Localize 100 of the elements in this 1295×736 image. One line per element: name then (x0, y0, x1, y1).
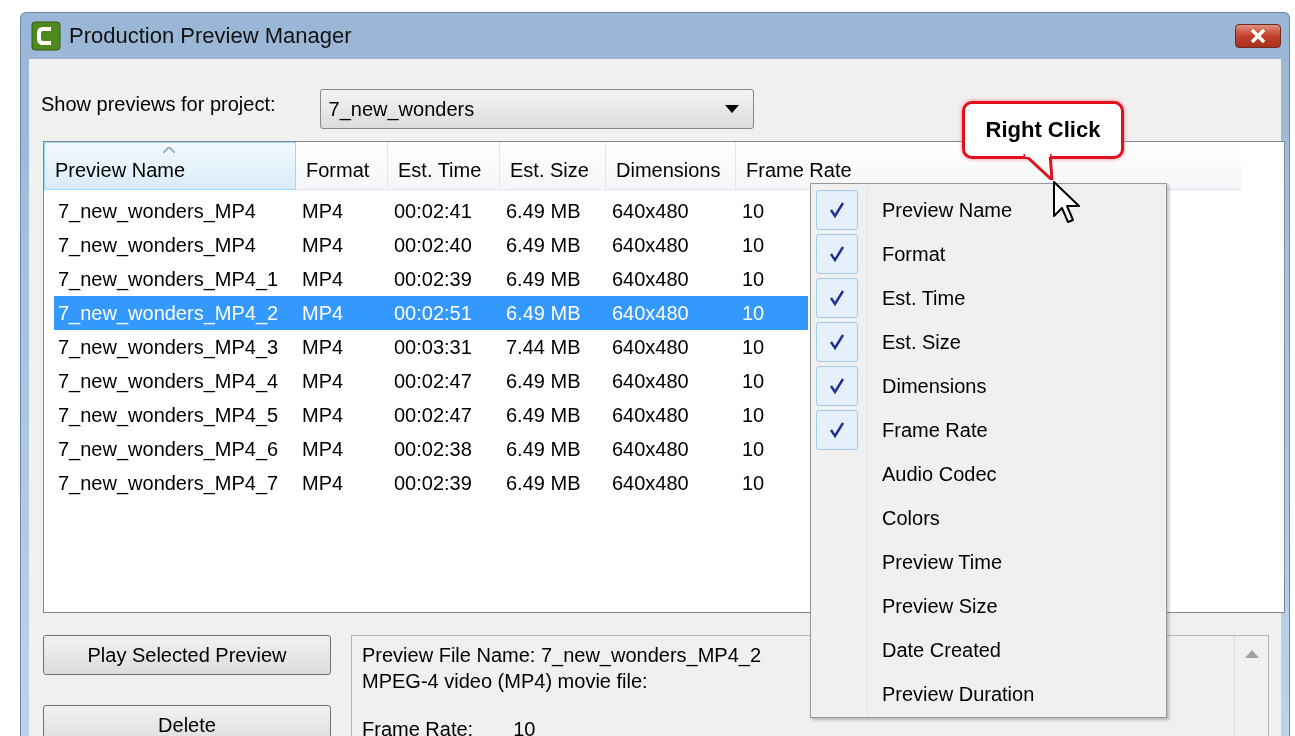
menu-item[interactable]: Date Created (813, 628, 1164, 672)
column-header[interactable]: Format (296, 142, 388, 190)
check-icon (828, 289, 846, 307)
table-cell-text: 640x480 (611, 301, 690, 325)
table-cell-text: 10 (741, 369, 766, 393)
table-cell-text: MP4 (301, 301, 345, 325)
table-cell-text: 640x480 (611, 403, 690, 427)
table-cell-text: 00:02:40 (393, 233, 473, 257)
callout-pointer (1022, 154, 1056, 180)
menu-item[interactable]: Format (813, 232, 1164, 276)
table-cell-text: MP4 (301, 199, 345, 223)
table-cell-text: 640x480 (611, 471, 690, 495)
table-cell-text: 10 (741, 267, 766, 291)
table-row[interactable]: 7_new_wonders_MP4 MP4 00:02:40 6.49 MB 640x480 10 (54, 228, 808, 262)
table-cell-text: MP4 (301, 267, 345, 291)
table-cell-text: MP4 (301, 471, 345, 495)
action-button[interactable]: Delete (43, 705, 331, 736)
table-cell-text: 00:02:39 (393, 471, 473, 495)
menu-item[interactable]: Est. Size (813, 320, 1164, 364)
menu-item[interactable]: Dimensions (813, 364, 1164, 408)
table-cell-text: 10 (741, 437, 766, 461)
close-icon (1248, 29, 1268, 43)
project-label: Show previews for project: (41, 92, 276, 116)
column-header[interactable]: Preview Name (44, 142, 296, 190)
table-cell-text: 6.49 MB (505, 369, 582, 393)
table-row[interactable]: 7_new_wonders_MP4_6 MP4 00:02:38 6.49 MB 640x480 10 (54, 432, 808, 466)
menu-item[interactable]: Preview Size (813, 584, 1164, 628)
table-cell-text: 6.49 MB (505, 403, 582, 427)
table-row[interactable]: 7_new_wonders_MP4 MP4 00:02:41 6.49 MB 640x480 10 (54, 194, 808, 228)
table-cell-text: 7_new_wonders_MP4_3 (57, 335, 280, 359)
table-row[interactable]: 7_new_wonders_MP4_7 MP4 00:02:39 6.49 MB 640x480 10 (54, 466, 808, 500)
dropdown-caret-icon (724, 105, 739, 113)
table-cell-text: 00:02:51 (393, 301, 473, 325)
menu-item[interactable]: Preview Duration (813, 672, 1164, 716)
table-cell-text: MP4 (301, 369, 345, 393)
table-cell-text: 7_new_wonders_MP4_6 (57, 437, 280, 461)
column-header[interactable]: Dimensions (606, 142, 736, 190)
table-cell-text: 640x480 (611, 267, 690, 291)
details-text: Preview File Name: 7_new_wonders_MP4_2 (362, 643, 762, 668)
menu-item[interactable]: Audio Codec (813, 452, 1164, 496)
checkbox-checked[interactable] (816, 410, 858, 450)
table-cell-text: 00:02:47 (393, 369, 473, 393)
table-cell-text: 00:02:39 (393, 267, 473, 291)
column-header[interactable]: Est. Time (388, 142, 500, 190)
table-cell-text: MP4 (301, 403, 345, 427)
menu-item[interactable]: Preview Time (813, 540, 1164, 584)
check-icon (828, 201, 846, 219)
table-cell-text: 7_new_wonders_MP4_1 (57, 267, 280, 291)
menu-item[interactable]: Preview Name (813, 188, 1164, 232)
menu-item[interactable]: Frame Rate (813, 408, 1164, 452)
table-row[interactable]: 7_new_wonders_MP4_1 MP4 00:02:39 6.49 MB 640x480 10 (54, 262, 808, 296)
table-cell-text: 10 (741, 301, 766, 325)
window-title: Production Preview Manager (69, 23, 353, 49)
table-cell-text: 7_new_wonders_MP4_4 (57, 369, 280, 393)
table-cell-text: 640x480 (611, 335, 690, 359)
details-text: MPEG-4 video (MP4) movie file: (362, 669, 648, 694)
project-dropdown[interactable]: 7_new_wonders (319, 89, 754, 129)
table-cell-text: 10 (741, 335, 766, 359)
table-cell-text: MP4 (301, 233, 345, 257)
table-cell-text: 6.49 MB (505, 267, 582, 291)
table-cell-text: 7_new_wonders_MP4_2 (57, 301, 280, 325)
table-cell-text: 00:03:31 (393, 335, 473, 359)
mouse-pointer-icon (1052, 180, 1082, 226)
column-header[interactable]: Est. Size (500, 142, 606, 190)
table-cell-text: 7_new_wonders_MP4_5 (57, 403, 280, 427)
table-cell-text: 10 (741, 471, 766, 495)
table-cell-text: 640x480 (611, 437, 690, 461)
table-row[interactable]: 7_new_wonders_MP4_4 MP4 00:02:47 6.49 MB 640x480 10 (54, 364, 808, 398)
menu-item[interactable]: Est. Time (813, 276, 1164, 320)
check-icon (828, 245, 846, 263)
table-cell-text: 640x480 (611, 233, 690, 257)
table-cell-text: 7_new_wonders_MP4_7 (57, 471, 280, 495)
table-cell-text: 640x480 (611, 199, 690, 223)
table-row[interactable]: 7_new_wonders_MP4_5 MP4 00:02:47 6.49 MB 640x480 10 (54, 398, 808, 432)
table-cell-text: MP4 (301, 437, 345, 461)
checkbox-checked[interactable] (816, 322, 858, 362)
table-cell-text: 10 (741, 403, 766, 427)
checkbox-checked[interactable] (816, 278, 858, 318)
checkbox-checked[interactable] (816, 234, 858, 274)
table-cell-text: 00:02:41 (393, 199, 473, 223)
table-cell-text: 6.49 MB (505, 301, 582, 325)
table-cell-text: 6.49 MB (505, 199, 582, 223)
table-cell-text: 00:02:47 (393, 403, 473, 427)
details-label: Frame Rate: (362, 717, 474, 736)
checkbox-checked[interactable] (816, 190, 858, 230)
action-button[interactable]: Play Selected Preview (43, 635, 331, 675)
menu-item[interactable]: Colors (813, 496, 1164, 540)
check-icon (828, 333, 846, 351)
table-row[interactable]: 7_new_wonders_MP4_3 MP4 00:03:31 7.44 MB 640x480 10 (54, 330, 808, 364)
app-logo-icon (31, 21, 61, 51)
table-cell-text: 10 (741, 233, 766, 257)
table-cell-text: 00:02:38 (393, 437, 473, 461)
checkbox-checked[interactable] (816, 366, 858, 406)
close-button[interactable] (1235, 24, 1281, 48)
check-icon (828, 421, 846, 439)
table-cell-text: 7_new_wonders_MP4 (57, 233, 257, 257)
check-icon (828, 377, 846, 395)
table-cell-text: 7_new_wonders_MP4 (57, 199, 257, 223)
table-cell-text: 6.49 MB (505, 471, 582, 495)
table-cell-text: 6.49 MB (505, 437, 582, 461)
